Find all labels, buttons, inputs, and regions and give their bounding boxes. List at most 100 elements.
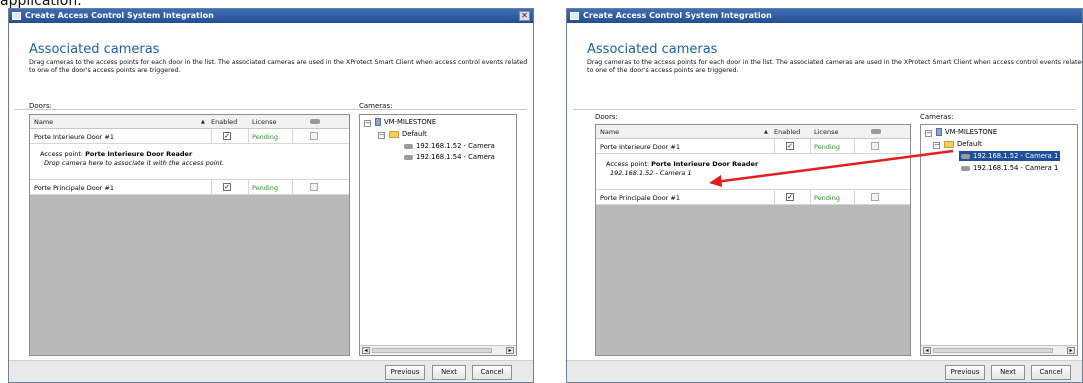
license-status: Pending [814,194,840,202]
divider [573,109,1076,110]
camera-checkbox [871,193,879,201]
enabled-checkbox[interactable]: ✓ [223,132,231,140]
previous-button[interactable]: Previous [385,365,425,380]
scroll-right-icon[interactable]: ▸ [1067,347,1075,354]
door-row[interactable]: Porte Principale Door #1 ✓ Pending [30,180,349,195]
title-bar: Create Access Control System Integration [567,9,1082,23]
access-point-name: Porte Interieure Door Reader [85,150,193,158]
collapse-icon[interactable]: − [364,120,371,127]
horizontal-scrollbar[interactable]: ◂ ▸ [921,345,1077,355]
enabled-checkbox[interactable]: ✓ [786,142,794,150]
tree-group[interactable]: Default [389,130,427,138]
tree-server[interactable]: VM-MILESTONE [375,118,436,126]
cancel-button[interactable]: Cancel [1031,365,1071,380]
tree-camera[interactable]: 192.168.1.54 - Camera 1 [961,164,1058,172]
tree-camera[interactable]: 192.168.1.52 - Camera [404,142,495,150]
folder-icon [944,140,954,148]
next-button[interactable]: Next [432,365,466,380]
access-point-prefix: Access point: [606,160,650,168]
close-icon[interactable]: ✕ [519,11,530,21]
cameras-label: Cameras: [359,102,393,110]
camera-checkbox [310,183,318,191]
doors-list[interactable]: Name ▲ Enabled License Porte Interieure … [595,124,911,356]
dialog-window-before: Create Access Control System Integration… [8,8,534,383]
associated-camera[interactable]: 192.168.1.52 - Camera 1 [610,169,692,177]
license-status: Pending [814,143,840,151]
column-name[interactable]: Name [34,118,53,126]
access-point-drop-zone[interactable]: Access point: Porte Interieure Door Read… [596,154,910,190]
collapse-icon[interactable]: − [933,142,940,149]
scroll-thumb[interactable] [372,348,492,353]
window-title: Create Access Control System Integration [25,11,214,20]
cameras-label: Cameras: [920,113,954,121]
cameras-tree[interactable]: − VM-MILESTONE − Default 192.168.1.52 - … [920,124,1078,356]
app-icon [12,12,21,20]
folder-icon [389,130,399,138]
camera-column-icon [871,129,881,134]
tree-camera-selected[interactable]: 192.168.1.52 - Camera 1 [959,151,1061,161]
doors-header: Name ▲ Enabled License [596,125,910,139]
column-enabled[interactable]: Enabled [211,118,237,126]
collapse-icon[interactable]: − [925,130,932,137]
divider [15,109,527,110]
door-name: Porte Interieure Door #1 [600,143,681,151]
camera-icon [961,153,970,159]
scroll-thumb[interactable] [933,348,1053,353]
camera-checkbox [871,142,879,150]
doors-label: Doors: [595,113,618,121]
cancel-button[interactable]: Cancel [472,365,512,380]
camera-icon [404,154,413,160]
scroll-right-icon[interactable]: ▸ [506,347,514,354]
sort-up-icon: ▲ [201,119,205,125]
page-description: Drag cameras to the access points for ea… [29,59,528,74]
app-icon [570,12,579,20]
column-license[interactable]: License [252,118,277,126]
enabled-checkbox[interactable]: ✓ [223,183,231,191]
dialog-footer: Previous Next Cancel [9,360,533,382]
camera-checkbox [310,132,318,140]
server-icon [375,118,381,126]
screenshot-composite: application. Create Access Control Syste… [0,0,1083,383]
access-point-prefix: Access point: [40,150,84,158]
scroll-left-icon[interactable]: ◂ [923,347,931,354]
dialog-window-after: Create Access Control System Integration… [566,8,1083,383]
cameras-tree[interactable]: − VM-MILESTONE − Default 192.168.1.52 - … [359,114,517,356]
tree-camera[interactable]: 192.168.1.54 - Camera [404,153,495,161]
page-description: Drag cameras to the access points for ea… [587,59,1083,74]
camera-icon [961,165,970,171]
page-title: Associated cameras [29,42,160,57]
door-name: Porte Interieure Door #1 [34,133,115,141]
camera-icon [404,143,413,149]
license-status: Pending [252,133,278,141]
title-bar: Create Access Control System Integration… [9,9,533,23]
window-title: Create Access Control System Integration [583,11,772,20]
drop-hint: Drop camera here to associate it with th… [44,159,225,167]
door-row[interactable]: Porte Principale Door #1 ✓ Pending [596,190,910,205]
door-row[interactable]: Porte Interieure Door #1 ✓ Pending [596,139,910,154]
doors-header: Name ▲ Enabled License [30,115,349,129]
door-name: Porte Principale Door #1 [34,184,114,192]
enabled-checkbox[interactable]: ✓ [786,193,794,201]
doors-list[interactable]: Name ▲ Enabled License Porte Interieure … [29,114,350,356]
scroll-left-icon[interactable]: ◂ [362,347,370,354]
previous-button[interactable]: Previous [945,365,985,380]
horizontal-scrollbar[interactable]: ◂ ▸ [360,345,516,355]
door-row[interactable]: Porte Interieure Door #1 ✓ Pending [30,129,349,144]
collapse-icon[interactable]: − [378,132,385,139]
access-point-name: Porte Interieure Door Reader [651,160,759,168]
access-point-drop-zone[interactable]: Access point: Porte Interieure Door Read… [30,144,349,180]
next-button[interactable]: Next [991,365,1025,380]
tree-group[interactable]: Default [944,140,982,148]
door-name: Porte Principale Door #1 [600,194,680,202]
tree-server[interactable]: VM-MILESTONE [936,128,997,136]
page-title: Associated cameras [587,42,718,57]
dialog-footer: Previous Next Cancel [567,360,1082,382]
column-enabled[interactable]: Enabled [774,128,800,136]
column-license[interactable]: License [814,128,839,136]
caption-fragment: application. [0,0,82,8]
license-status: Pending [252,184,278,192]
sort-up-icon: ▲ [764,129,768,135]
column-name[interactable]: Name [600,128,619,136]
server-icon [936,128,942,136]
camera-column-icon [310,119,320,124]
